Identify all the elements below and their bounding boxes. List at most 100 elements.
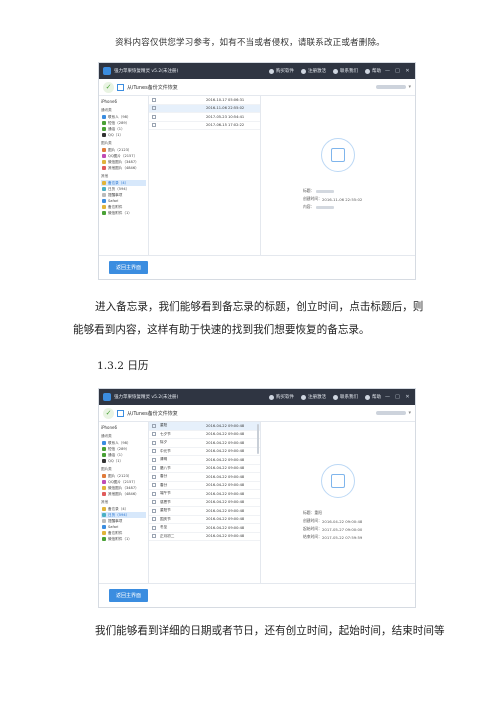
- table-row[interactable]: 七夕节 2016-04-22 09:00:48: [149, 431, 260, 439]
- detail-created: 创建时间： 2016-04-22 09:00:48: [303, 518, 363, 524]
- table-row[interactable]: 2016-11-06 22:55:02: [149, 104, 260, 113]
- photo-icon: [102, 480, 106, 484]
- phone-icon: [102, 453, 106, 457]
- sub-header: ✓ 从iTunes备份文件恢复 ▾: [99, 405, 415, 422]
- close-button[interactable]: ✕: [404, 394, 411, 400]
- detail-content: 内容：: [303, 204, 335, 210]
- contact-link[interactable]: 联系我们: [333, 394, 358, 400]
- table-row[interactable]: 清明 2016-04-22 09:00:48: [149, 456, 260, 465]
- group-communication: 通讯类: [101, 108, 112, 112]
- success-check-icon: ✓: [103, 81, 114, 93]
- backup-icon: [117, 409, 124, 417]
- footer-bar: 返回主界面: [99, 583, 415, 607]
- sidebar-item-qq[interactable]: QQ（1）: [101, 132, 146, 138]
- table-row[interactable]: 正月初二 2016-04-22 09:00:48: [149, 533, 260, 541]
- backup-icon: [117, 83, 124, 91]
- account-dropdown[interactable]: ▾: [376, 84, 411, 90]
- row-checkbox[interactable]: [152, 123, 156, 128]
- success-check-icon: ✓: [103, 407, 114, 419]
- sidebar-item-qq[interactable]: QQ（1）: [101, 458, 146, 464]
- row-checkbox[interactable]: [152, 474, 156, 479]
- table-row[interactable]: 2017-06-15 17:02:22: [149, 122, 260, 130]
- memo-edit-icon: [321, 138, 355, 172]
- memo-detail: 标题： 创建时间： 2016-11-06 22:55:02 内容：: [261, 96, 415, 255]
- section-heading-calendar: 1.3.2 日历: [97, 360, 149, 372]
- close-button[interactable]: ✕: [404, 68, 411, 74]
- row-checkbox[interactable]: [152, 466, 156, 471]
- row-checkbox[interactable]: [152, 508, 156, 513]
- help-link[interactable]: 帮助: [365, 68, 381, 74]
- sidebar: iPhone6 通讯类 联系人（98） 短信（289） 通话（1） QQ（1） …: [99, 422, 149, 583]
- help-link[interactable]: 帮助: [365, 394, 381, 400]
- calendar-icon: [102, 513, 106, 517]
- qq-icon: [102, 133, 106, 137]
- row-checkbox[interactable]: [152, 449, 156, 454]
- maximize-button[interactable]: □: [394, 68, 401, 74]
- group-pictures: 图片类: [101, 141, 112, 145]
- device-name: iPhone6: [101, 425, 118, 430]
- table-row[interactable]: 2017-05-23 10:54:41: [149, 113, 260, 122]
- table-row[interactable]: 端午节 2016-04-22 09:00:48: [149, 490, 260, 499]
- back-to-main-button[interactable]: 返回主界面: [109, 589, 149, 602]
- table-row[interactable]: 国庆节 2016-04-22 09:00:48: [149, 516, 260, 524]
- row-checkbox[interactable]: [152, 106, 156, 111]
- register-link[interactable]: 注册激活: [301, 394, 326, 400]
- row-checkbox[interactable]: [152, 517, 156, 522]
- group-pictures: 图片类: [101, 467, 112, 471]
- table-row[interactable]: 春分 2016-04-22 09:00:48: [149, 482, 260, 490]
- detail-created: 创建时间： 2016-11-06 22:55:02: [303, 196, 363, 202]
- table-row[interactable]: 腊八节 2016-04-22 09:00:48: [149, 465, 260, 473]
- row-checkbox[interactable]: [152, 491, 156, 496]
- list-scrollbar[interactable]: [257, 424, 259, 454]
- row-checkbox[interactable]: [152, 525, 156, 530]
- table-row[interactable]: 除夕 2016-04-22 09:00:48: [149, 439, 260, 448]
- sms-icon: [102, 447, 106, 451]
- minimize-button[interactable]: —: [384, 68, 391, 74]
- sidebar: iPhone6 通讯类 联系人（98） 短信（289） 通话（1） QQ（1） …: [99, 96, 149, 255]
- maximize-button[interactable]: □: [394, 394, 401, 400]
- detail-end: 结束时间： 2017-05-22 07:59:59: [303, 534, 363, 540]
- buy-link[interactable]: 购买软件: [269, 68, 294, 74]
- row-checkbox[interactable]: [152, 457, 156, 462]
- sidebar-item-other-photos[interactable]: 其他图片（4846）: [101, 491, 146, 497]
- row-checkbox[interactable]: [152, 97, 156, 102]
- minimize-button[interactable]: —: [384, 394, 391, 400]
- group-other: 其他: [101, 174, 109, 178]
- key-icon: [301, 394, 306, 400]
- row-checkbox[interactable]: [152, 114, 156, 119]
- row-checkbox[interactable]: [152, 534, 156, 539]
- table-row[interactable]: 2016-10-17 05:06:31: [149, 96, 260, 105]
- row-checkbox[interactable]: [152, 483, 156, 488]
- app-logo-icon: [103, 393, 111, 401]
- sidebar-item-other-photos[interactable]: 其他图片（4846）: [101, 165, 146, 171]
- register-link[interactable]: 注册激活: [301, 68, 326, 74]
- back-to-main-button[interactable]: 返回主界面: [109, 261, 149, 274]
- table-row[interactable]: 重阳 2016-04-22 09:00:48: [149, 422, 260, 431]
- contacts-icon: [102, 441, 106, 445]
- phone-icon: [102, 127, 106, 131]
- account-dropdown[interactable]: ▾: [376, 410, 411, 416]
- attachment-icon: [102, 531, 106, 535]
- row-checkbox[interactable]: [152, 500, 156, 505]
- attachment-icon: [102, 205, 106, 209]
- table-row[interactable]: 春分 2016-04-22 09:00:48: [149, 473, 260, 482]
- buy-link[interactable]: 购买软件: [269, 394, 294, 400]
- app-title: 强力苹果恢复精灵 v5.2(未注册): [114, 69, 179, 74]
- table-row[interactable]: 中元节 2016-04-22 09:00:48: [149, 448, 260, 456]
- help-icon: [365, 68, 370, 74]
- table-row[interactable]: 重阳节 2016-04-22 09:00:48: [149, 507, 260, 516]
- detail-start: 起始时间： 2017-05-27 09:00:00: [303, 526, 363, 532]
- sidebar-item-wechat-attach[interactable]: 微信附件（1）: [101, 210, 146, 216]
- memo-list: 2016-10-17 05:06:31 2016-11-06 22:55:02 …: [149, 96, 261, 255]
- row-checkbox[interactable]: [152, 423, 156, 428]
- memo-icon: [102, 507, 106, 511]
- sidebar-item-wechat-attach[interactable]: 微信附件（1）: [101, 536, 146, 542]
- detail-title: 标题：: [303, 188, 335, 194]
- app-screenshot-memo: 强力苹果恢复精灵 v5.2(未注册) 购买软件 注册激活 联系我们 帮助 — □…: [98, 62, 416, 280]
- row-checkbox[interactable]: [152, 440, 156, 445]
- table-row[interactable]: 冬至 2016-04-22 09:00:48: [149, 524, 260, 533]
- table-row[interactable]: 感恩节 2016-04-22 09:00:48: [149, 499, 260, 507]
- photo-icon: [102, 492, 106, 496]
- contact-link[interactable]: 联系我们: [333, 68, 358, 74]
- row-checkbox[interactable]: [152, 432, 156, 437]
